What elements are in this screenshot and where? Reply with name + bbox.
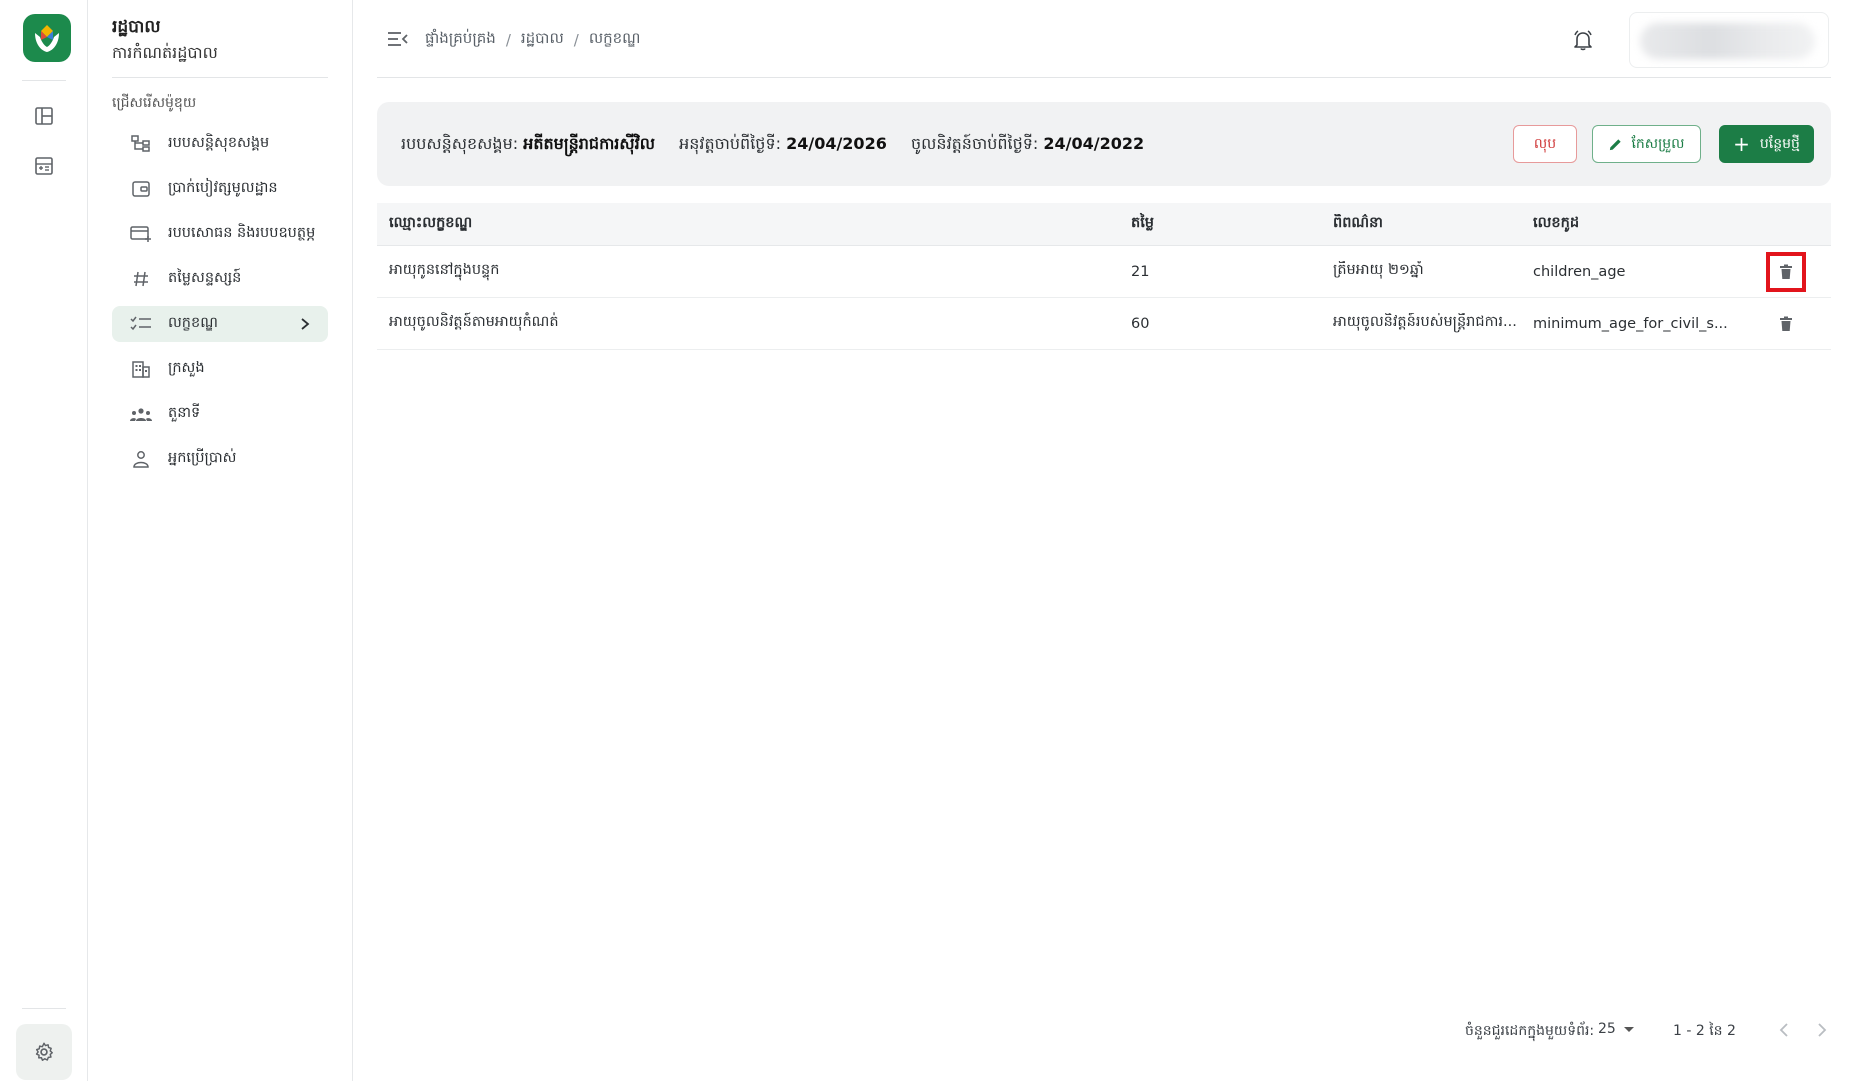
settings-button[interactable] — [16, 1024, 72, 1080]
cell-description: ត្រឹមអាយុ ២១ឆ្នាំ — [1333, 262, 1424, 278]
sidebar-item-base-salary[interactable]: ប្រាក់បៀវត្សមូលដ្ឋាន — [112, 171, 328, 207]
delete-row-button[interactable] — [1766, 251, 1806, 292]
chevron-right-icon — [1818, 1023, 1827, 1037]
sidebar-item-users[interactable]: អ្នកប្រើប្រាស់ — [112, 441, 328, 477]
sidebar-item-pension[interactable]: របបសោធន និងរបបឧបត្ថម្ភ — [112, 216, 328, 252]
next-page-button[interactable] — [1808, 1016, 1836, 1044]
column-header-value[interactable]: តម្លៃ — [1131, 214, 1333, 235]
page-range: 1 - 2 នៃ 2 — [1673, 1023, 1736, 1039]
user-icon — [128, 449, 154, 469]
sidebar-item-social-security[interactable]: របបសន្តិសុខសង្គម — [112, 126, 328, 162]
sidebar-item-index-value[interactable]: តម្លៃសន្ទស្សន៍ — [112, 261, 328, 297]
delete-row-button[interactable] — [1766, 304, 1806, 344]
column-header-description[interactable]: ពិពណ៌នា — [1333, 214, 1533, 235]
scheme-value: អតីតមន្ត្រីរាជការស៊ីវិល — [523, 134, 655, 153]
cell-value: 60 — [1131, 315, 1150, 332]
notification-button[interactable] — [1569, 26, 1597, 54]
caret-down-icon — [1623, 1026, 1634, 1032]
bell-icon — [1574, 30, 1592, 51]
sidebar-item-ministry[interactable]: ក្រសួង — [112, 351, 328, 387]
sidebar-item-roles[interactable]: តួនាទី — [112, 396, 328, 432]
menu-open-icon — [388, 32, 408, 46]
avatar — [1640, 23, 1815, 59]
edit-button-label: កែសម្រួល — [1631, 135, 1685, 152]
effective-date-value: 24/04/2026 — [786, 134, 887, 153]
scheme-label: របបសន្តិសុខសង្គម: — [401, 134, 519, 153]
cell-name: អាយុកូននៅក្នុងបន្ទុក — [389, 262, 500, 278]
previous-page-button[interactable] — [1770, 1016, 1798, 1044]
building-icon — [128, 359, 154, 379]
card-add-icon — [128, 224, 154, 244]
cell-code: children_age — [1533, 263, 1626, 280]
hierarchy-icon — [128, 134, 154, 154]
scheme-info-text: របបសន្តិសុខសង្គម: អតីតមន្ត្រីរាជការស៊ីវិ… — [401, 133, 1144, 157]
user-profile-menu[interactable] — [1629, 12, 1829, 68]
table-row[interactable]: អាយុចូលនិវត្តន៍តាមអាយុកំណត់ 60 អាយុចូលនិ… — [377, 298, 1831, 350]
breadcrumb-dashboard[interactable]: ផ្ទាំងគ្រប់គ្រង — [425, 29, 496, 51]
wallet-icon — [128, 179, 154, 199]
breadcrumb-separator: / — [505, 31, 511, 49]
logo-icon — [35, 25, 59, 52]
icon-rail — [0, 0, 88, 1081]
calculator-icon[interactable] — [28, 150, 60, 182]
sidebar-item-conditions[interactable]: លក្ខខណ្ឌ — [112, 306, 328, 342]
effective-date-label: អនុវត្តចាប់ពីថ្ងៃទី: — [679, 134, 781, 153]
rows-per-page-value: 25 — [1598, 1021, 1616, 1037]
chevron-left-icon — [1779, 1023, 1788, 1037]
sidebar-item-label: ប្រាក់បៀវត្សមូលដ្ឋាន — [168, 179, 278, 196]
rows-per-page-label: ចំនួនជួរដេកក្នុងមួយទំព័រ: — [1465, 1023, 1595, 1039]
sidebar-title: រដ្ឋបាល — [112, 17, 161, 37]
breadcrumb-current: លក្ខខណ្ឌ — [588, 29, 641, 47]
sidebar: រដ្ឋបាល ការកំណត់រដ្ឋបាល ជ្រើសរើសម៉ូឌុយ រ… — [88, 0, 353, 1081]
sidebar-item-label: តួនាទី — [168, 404, 201, 421]
hash-icon — [128, 269, 154, 289]
add-new-button-label: បន្ថែមថ្មី — [1759, 135, 1800, 152]
cell-name: អាយុចូលនិវត្តន៍តាមអាយុកំណត់ — [389, 314, 559, 330]
sidebar-section-label: ជ្រើសរើសម៉ូឌុយ — [112, 95, 197, 111]
checklist-icon — [128, 314, 154, 334]
conditions-table: ឈ្មោះលក្ខខណ្ឌ តម្លៃ ពិពណ៌នា លេខកូដ អាយុក… — [377, 203, 1831, 350]
table-row[interactable]: អាយុកូននៅក្នុងបន្ទុក 21 ត្រឹមអាយុ ២១ឆ្នា… — [377, 246, 1831, 298]
pencil-icon — [1608, 137, 1623, 152]
add-new-button[interactable]: + បន្ថែមថ្មី — [1719, 125, 1814, 163]
breadcrumb-separator: / — [573, 31, 579, 49]
cell-value: 21 — [1131, 263, 1150, 280]
plus-icon: + — [1733, 132, 1750, 156]
menu-toggle-button[interactable] — [385, 26, 411, 52]
breadcrumb-administration[interactable]: រដ្ឋបាល — [521, 29, 564, 51]
sidebar-item-label: របបសន្តិសុខសង្គម — [168, 134, 270, 151]
breadcrumb: ផ្ទាំងគ្រប់គ្រង / រដ្ឋបាល / លក្ខខណ្ឌ — [425, 29, 640, 51]
trash-icon — [1780, 316, 1792, 331]
sidebar-item-label: លក្ខខណ្ឌ — [168, 314, 218, 331]
cell-code: minimum_age_for_civil_s... — [1533, 315, 1728, 332]
rows-per-page-select[interactable]: 25 — [1598, 1021, 1634, 1037]
sidebar-item-label: ក្រសួង — [168, 359, 205, 376]
rail-divider — [22, 80, 66, 81]
sidebar-item-label: តម្លៃសន្ទស្សន៍ — [168, 269, 242, 286]
sidebar-item-label: អ្នកប្រើប្រាស់ — [168, 449, 237, 466]
pagination: ចំនួនជួរដេកក្នុងមួយទំព័រ: 25 1 - 2 នៃ 2 — [377, 1010, 1831, 1050]
dashboard-icon[interactable] — [28, 100, 60, 132]
sidebar-subtitle: ការកំណត់រដ្ឋបាល — [112, 43, 218, 62]
delete-button[interactable]: លុប — [1513, 125, 1577, 163]
rail-divider — [22, 1008, 66, 1009]
group-icon — [128, 404, 154, 424]
edit-button[interactable]: កែសម្រួល — [1592, 125, 1701, 163]
sidebar-divider — [112, 77, 328, 78]
top-bar: ផ្ទាំងគ្រប់គ្រង / រដ្ឋបាល / លក្ខខណ្ឌ — [377, 0, 1831, 78]
chevron-right-icon — [294, 313, 316, 335]
retirement-date-value: 24/04/2022 — [1043, 134, 1145, 153]
scheme-info-card: របបសន្តិសុខសង្គម: អតីតមន្ត្រីរាជការស៊ីវិ… — [377, 102, 1831, 186]
app-logo[interactable] — [23, 14, 71, 62]
settings-icon — [35, 1042, 53, 1061]
trash-icon — [1780, 264, 1792, 279]
delete-button-label: លុប — [1533, 135, 1557, 152]
column-header-code[interactable]: លេខកូដ — [1533, 214, 1741, 235]
sidebar-item-label: របបសោធន និងរបបឧបត្ថម្ភ — [168, 224, 316, 241]
retirement-date-label: ចូលនិវត្តន៍ចាប់ពីថ្ងៃទី: — [911, 134, 1039, 153]
table-header: ឈ្មោះលក្ខខណ្ឌ តម្លៃ ពិពណ៌នា លេខកូដ — [377, 203, 1831, 246]
cell-description: អាយុចូលនិវត្តន៍របស់មន្ត្រីរាជការ... — [1333, 314, 1517, 330]
column-header-name[interactable]: ឈ្មោះលក្ខខណ្ឌ — [377, 214, 1131, 235]
